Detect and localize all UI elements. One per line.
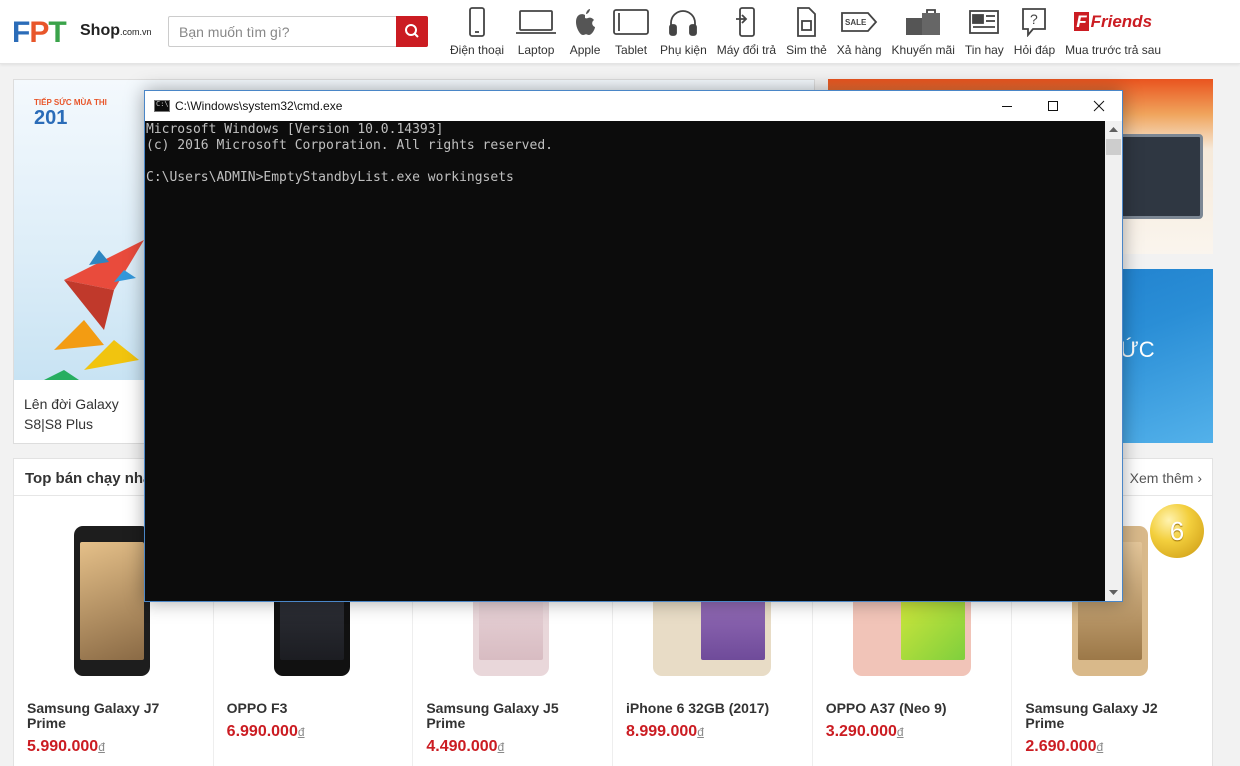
headphones-icon xyxy=(669,10,698,36)
product-name[interactable]: Samsung Galaxy J5 Prime xyxy=(426,701,586,731)
search-input[interactable] xyxy=(169,17,397,46)
search-button[interactable] xyxy=(396,16,428,47)
product-image xyxy=(74,526,150,676)
nav-dien-thoai[interactable]: Điện thoại xyxy=(445,0,509,64)
scrollbar-thumb[interactable] xyxy=(1106,139,1121,155)
product-price: 2.690.000đ xyxy=(1025,738,1104,755)
chevron-down-icon xyxy=(1109,589,1118,595)
minimize-button[interactable] xyxy=(984,91,1030,121)
maximize-button[interactable] xyxy=(1030,91,1076,121)
phone-icon xyxy=(469,7,485,37)
product-name[interactable]: Samsung Galaxy J7 Prime xyxy=(27,701,187,731)
search-box xyxy=(168,16,428,47)
product-name[interactable]: OPPO A37 (Neo 9) xyxy=(826,701,986,716)
fpt-friends-icon: F Friends xyxy=(1074,12,1153,31)
banner-caption[interactable]: Lên đời Galaxy S8|S8 Plus xyxy=(24,394,154,434)
close-button[interactable] xyxy=(1076,91,1122,121)
search-icon xyxy=(405,24,419,38)
main-nav: Điện thoại Laptop Apple Tablet Phụ kiện … xyxy=(445,0,1166,64)
product-price: 8.999.000đ xyxy=(626,723,704,740)
cmd-window[interactable]: C:\Windows\system32\cmd.exe Microsoft Wi… xyxy=(144,90,1123,602)
sale-tag-icon: SALE xyxy=(841,12,878,32)
nav-mua-truoc-tra-sau[interactable]: F Friends Mua trước trả sau xyxy=(1060,0,1166,64)
chevron-up-icon xyxy=(1109,126,1118,132)
product-price: 4.490.000đ xyxy=(426,738,505,755)
cmd-app-icon[interactable] xyxy=(154,100,170,112)
newspaper-icon xyxy=(969,10,1000,34)
product-price: 3.290.000đ xyxy=(825,723,904,740)
nav-laptop[interactable]: Laptop xyxy=(509,0,563,64)
product-price: 6.990.000đ xyxy=(226,723,305,740)
console-prompt-line: C:\Users\ADMIN>EmptyStandbyList.exe work… xyxy=(146,170,514,185)
scroll-down-button[interactable] xyxy=(1105,584,1122,601)
nav-tin-hay[interactable]: Tin hay xyxy=(960,0,1009,64)
cmd-titlebar[interactable]: C:\Windows\system32\cmd.exe xyxy=(145,91,1122,121)
rank-medal-badge: 6 xyxy=(1150,504,1205,558)
site-header: FPT Shop.com.vn Điện thoại Laptop Apple … xyxy=(0,0,1240,64)
nav-phu-kien[interactable]: Phụ kiện xyxy=(655,0,712,64)
tablet-icon xyxy=(613,9,649,35)
nav-hoi-dap[interactable]: ? Hỏi đáp xyxy=(1009,0,1060,64)
product-price: 5.990.000đ xyxy=(27,738,105,755)
nav-tablet[interactable]: Tablet xyxy=(607,0,655,64)
question-bubble-icon: ? xyxy=(1022,8,1047,37)
banner-promo-title: TIẾP SỨC MÙA THI 201 xyxy=(34,98,107,129)
shopping-bag-icon xyxy=(906,9,941,35)
section-title: Top bán chạy nhất xyxy=(25,470,157,487)
minimize-icon xyxy=(1002,106,1012,107)
console-output[interactable]: Microsoft Windows [Version 10.0.14393] (… xyxy=(145,121,1105,601)
product-name[interactable]: OPPO F3 xyxy=(227,701,387,716)
vertical-scrollbar[interactable] xyxy=(1105,121,1122,601)
fpt-logo-mark: FPT xyxy=(12,16,67,49)
laptop-icon xyxy=(516,10,557,34)
shop-logo-text: Shop.com.vn xyxy=(80,22,152,39)
maximize-icon xyxy=(1048,101,1058,111)
close-icon xyxy=(1093,100,1105,112)
see-more-link[interactable]: Xem thêm › xyxy=(1130,470,1202,486)
svg-text:SALE: SALE xyxy=(845,18,867,27)
blue-banner-text: ỨC xyxy=(1120,337,1155,362)
console-line: (c) 2016 Microsoft Corporation. All righ… xyxy=(146,138,553,153)
console-line: Microsoft Windows [Version 10.0.14393] xyxy=(146,122,444,137)
apple-icon xyxy=(576,9,596,36)
cmd-window-title: C:\Windows\system32\cmd.exe xyxy=(175,99,343,113)
sim-card-icon xyxy=(797,7,817,37)
nav-may-doi-tra[interactable]: Máy đổi trả xyxy=(712,0,781,64)
scroll-up-button[interactable] xyxy=(1105,121,1122,138)
nav-khuyen-mai[interactable]: Khuyến mãi xyxy=(887,0,960,64)
trade-in-icon xyxy=(736,7,756,37)
nav-sim-the[interactable]: Sim thẻ xyxy=(781,0,832,64)
svg-text:?: ? xyxy=(1030,11,1038,27)
nav-xa-hang[interactable]: SALE Xả hàng xyxy=(832,0,887,64)
fptshop-logo[interactable]: FPT Shop.com.vn xyxy=(12,14,158,49)
product-name[interactable]: iPhone 6 32GB (2017) xyxy=(626,701,786,716)
nav-apple[interactable]: Apple xyxy=(563,0,607,64)
product-name[interactable]: Samsung Galaxy J2 Prime xyxy=(1025,701,1185,731)
